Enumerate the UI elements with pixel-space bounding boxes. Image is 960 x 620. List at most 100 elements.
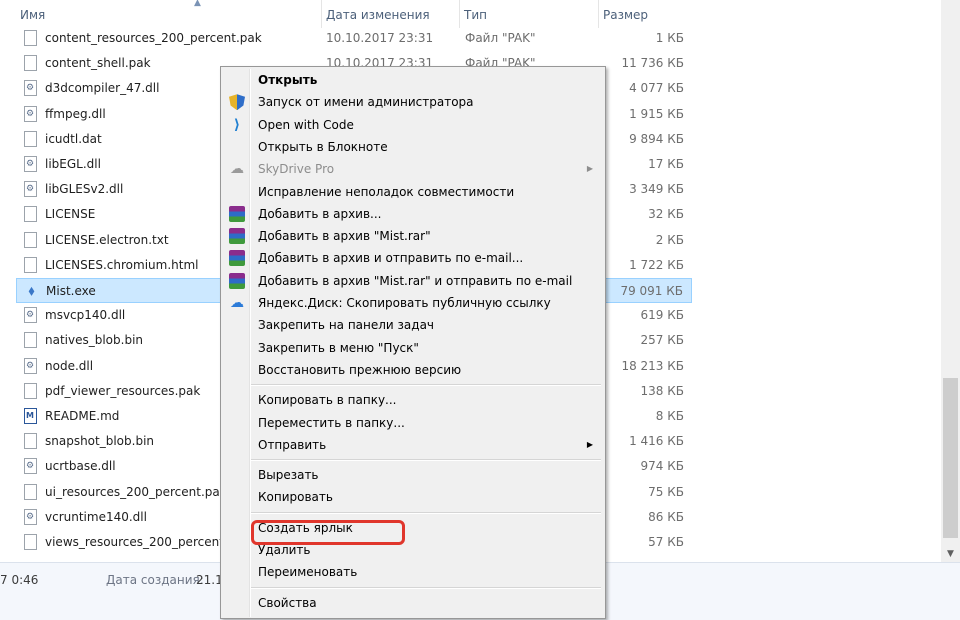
file-icon [24, 483, 37, 500]
menu-item-label: Яндекс.Диск: Скопировать публичную ссылк… [258, 296, 551, 310]
file-name: README.md [45, 409, 120, 423]
file-date: 10.10.2017 23:31 [326, 31, 434, 45]
menu-item-2[interactable]: ⟩ Open with Code [223, 114, 603, 136]
file-size: 32 КБ [648, 207, 684, 222]
column-date-header[interactable]: Дата изменения [322, 0, 459, 28]
menu-item-24[interactable]: Переименовать [223, 561, 603, 583]
column-type-header[interactable]: Тип [460, 0, 598, 28]
file-name: pdf_viewer_resources.pak [45, 383, 201, 398]
file-name: ffmpeg.dll [45, 106, 106, 121]
file-name: LICENSES.chromium.html [45, 257, 199, 272]
menu-item-19[interactable]: Вырезать [223, 464, 603, 486]
scrollbar-thumb[interactable] [943, 378, 958, 538]
file-name: ui_resources_200_percent.pak [45, 484, 227, 499]
file-name: Mist.exe [46, 284, 96, 298]
menu-item-label: Добавить в архив и отправить по e-mail..… [258, 251, 524, 266]
file-name: node.dll [45, 358, 94, 373]
file-size: 8 КБ [655, 409, 684, 423]
file-size: 18 213 КБ [621, 358, 684, 373]
file-icon [24, 55, 37, 72]
menu-item-label: Исправление неполадок совместимости [258, 184, 515, 199]
menu-item-label: Переименовать [258, 565, 358, 580]
uac-shield-icon [229, 94, 245, 111]
file-row[interactable]: content_resources_200_percent.pak 10.10.2… [16, 26, 692, 51]
dll-icon [24, 80, 37, 97]
menu-item-label: Закрепить в меню "Пуск" [258, 340, 419, 355]
menu-item-label: Добавить в архив... [258, 206, 382, 221]
menu-item-label: Добавить в архив "Mist.rar" и отправить … [258, 273, 573, 288]
vertical-scrollbar[interactable]: ▼ [941, 0, 960, 562]
file-name: libEGL.dll [45, 157, 101, 171]
menu-separator [251, 459, 601, 462]
dll-icon [24, 156, 37, 172]
submenu-arrow-icon: ▶ [586, 164, 593, 174]
details-created-label: Дата создания: [106, 573, 204, 587]
menu-separator [251, 384, 601, 387]
menu-item-label: Отправить [258, 437, 327, 452]
menu-item-11[interactable]: Закрепить на панели задач [223, 314, 603, 336]
file-name: LICENSE [45, 207, 96, 222]
dll-icon [24, 105, 37, 122]
dll-icon [24, 357, 37, 374]
dll-icon [24, 458, 37, 475]
menu-item-1[interactable]: Запуск от имени администратора [223, 91, 603, 113]
menu-item-label: Открыть в Блокноте [258, 139, 388, 154]
menu-item-0[interactable]: Открыть [223, 69, 603, 91]
menu-item-13[interactable]: Восстановить прежнюю версию [223, 359, 603, 381]
file-icon [24, 534, 37, 550]
menu-item-5[interactable]: Исправление неполадок совместимости [223, 181, 603, 203]
file-type: Файл "PAK" [465, 31, 536, 45]
file-name: LICENSE.electron.txt [45, 232, 169, 247]
file-name: libGLESv2.dll [45, 182, 124, 197]
file-name: natives_blob.bin [45, 333, 144, 348]
menu-item-3[interactable]: Открыть в Блокноте [223, 136, 603, 158]
menu-item-7[interactable]: Добавить в архив "Mist.rar" [223, 225, 603, 247]
scroll-down-arrow-icon[interactable]: ▼ [941, 546, 960, 562]
file-icon [24, 30, 37, 46]
column-size-header[interactable]: Размер [599, 0, 692, 28]
menu-item-17[interactable]: Отправить ▶ [223, 434, 603, 456]
menu-item-label: Запуск от имени администратора [258, 95, 474, 110]
menu-item-9[interactable]: Добавить в архив "Mist.rar" и отправить … [223, 270, 603, 292]
file-icon [24, 130, 37, 147]
file-name: snapshot_blob.bin [45, 434, 155, 449]
menu-item-label: Вырезать [258, 468, 319, 483]
menu-item-label: Добавить в архив "Mist.rar" [258, 229, 431, 244]
file-icon [24, 206, 37, 223]
menu-item-20[interactable]: Копировать [223, 486, 603, 508]
menu-item-15[interactable]: Копировать в папку... [223, 389, 603, 411]
file-size: 3 349 КБ [629, 182, 684, 197]
file-size: 2 КБ [655, 232, 684, 247]
file-name: views_resources_200_percent.pak [45, 535, 250, 549]
menu-item-label: Закрепить на панели задач [258, 318, 435, 333]
file-size: 11 736 КБ [621, 56, 684, 71]
menu-item-8[interactable]: Добавить в архив и отправить по e-mail..… [223, 247, 603, 269]
file-size: 79 091 КБ [620, 284, 683, 298]
file-size: 1 722 КБ [629, 257, 684, 272]
submenu-arrow-icon: ▶ [586, 439, 593, 449]
file-size: 86 КБ [648, 509, 684, 524]
menu-item-26[interactable]: Свойства [223, 592, 603, 614]
sort-up-icon: ▲ [194, 0, 201, 8]
file-name: icudtl.dat [45, 131, 102, 146]
file-name: d3dcompiler_47.dll [45, 81, 160, 96]
file-size: 75 КБ [648, 484, 684, 499]
vscode-icon: ⟩ [233, 116, 241, 133]
file-size: 4 077 КБ [629, 81, 684, 96]
file-name: msvcp140.dll [45, 308, 126, 323]
dll-icon [24, 508, 37, 525]
text-file-icon [24, 231, 37, 248]
menu-separator [251, 586, 601, 589]
column-name-header[interactable]: ▲ Имя [16, 0, 321, 28]
file-name: ucrtbase.dll [45, 459, 116, 474]
menu-item-4[interactable]: ☁ SkyDrive Pro ▶ [223, 158, 603, 180]
menu-item-label: Свойства [258, 595, 317, 610]
file-size: 257 КБ [640, 333, 684, 348]
menu-item-16[interactable]: Переместить в папку... [223, 412, 603, 434]
menu-item-12[interactable]: Закрепить в меню "Пуск" [223, 337, 603, 359]
menu-item-10[interactable]: ☁ Яндекс.Диск: Скопировать публичную ссыл… [223, 292, 603, 314]
file-size: 17 КБ [648, 157, 684, 171]
file-size: 138 КБ [640, 383, 684, 398]
file-size: 9 894 КБ [629, 131, 684, 146]
menu-item-6[interactable]: Добавить в архив... [223, 203, 603, 225]
